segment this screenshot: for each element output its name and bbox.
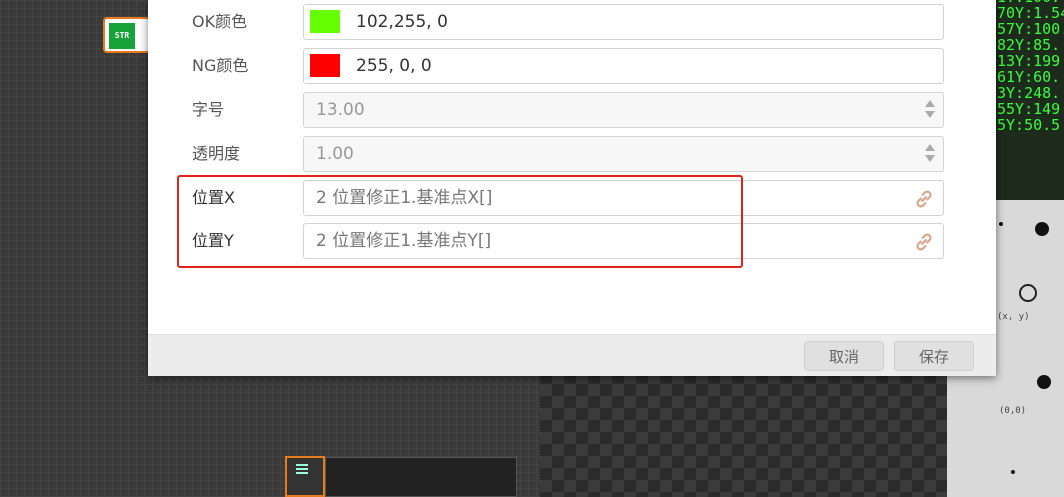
spinner-icon[interactable] <box>925 100 935 120</box>
font-size-value: 13.00 <box>316 100 365 120</box>
position-y-input[interactable]: 2 位置修正1.基准点Y[] <box>303 223 944 259</box>
ng-color-swatch[interactable] <box>310 54 340 77</box>
ng-color-label: NG颜色 <box>192 56 249 75</box>
position-y-row: 位置Y 2 位置修正1.基准点Y[] <box>148 221 996 261</box>
coord-label: (0,0) <box>999 406 1027 416</box>
coord-label: (x, y) <box>997 312 1030 322</box>
ng-color-row: NG颜色 255, 0, 0 <box>148 46 996 86</box>
marker-dot <box>1035 222 1049 236</box>
position-x-label: 位置X <box>192 188 235 207</box>
properties-dialog: OK颜色 102,255, 0 NG颜色 255, 0, 0 字号 13.00 … <box>148 0 996 376</box>
position-x-value: 2 位置修正1.基准点X[] <box>316 188 493 208</box>
opacity-value: 1.00 <box>316 144 354 164</box>
ok-color-field[interactable]: 102,255, 0 <box>303 4 944 40</box>
opacity-row: 透明度 1.00 <box>148 134 996 174</box>
opacity-label: 透明度 <box>192 144 241 163</box>
ng-color-field[interactable]: 255, 0, 0 <box>303 48 944 84</box>
link-icon[interactable] <box>913 188 935 210</box>
marker-dot <box>1011 470 1015 474</box>
ng-color-value: 255, 0, 0 <box>356 56 432 76</box>
preview-canvas <box>540 372 947 497</box>
dialog-footer: 取消 保存 <box>148 334 996 376</box>
ok-color-swatch[interactable] <box>310 10 340 33</box>
flow-node-icon[interactable] <box>285 456 325 497</box>
position-y-label: 位置Y <box>192 231 234 250</box>
marker-dot <box>1037 375 1051 389</box>
flow-node-body[interactable] <box>325 457 517 497</box>
font-size-label: 字号 <box>192 100 225 119</box>
ok-color-value: 102,255, 0 <box>356 12 448 32</box>
ok-color-label: OK颜色 <box>192 12 248 31</box>
font-size-input[interactable]: 13.00 <box>303 92 944 128</box>
position-x-input[interactable]: 2 位置修正1.基准点X[] <box>303 180 944 216</box>
opacity-input[interactable]: 1.00 <box>303 136 944 172</box>
list-icon <box>296 464 308 476</box>
ok-color-row: OK颜色 102,255, 0 <box>148 2 996 42</box>
cancel-button[interactable]: 取消 <box>804 341 884 371</box>
spinner-icon[interactable] <box>925 144 935 164</box>
position-x-row: 位置X 2 位置修正1.基准点X[] <box>148 178 996 218</box>
flow-node-str[interactable]: STR <box>103 17 151 53</box>
link-icon[interactable] <box>913 231 935 253</box>
str-node-icon: STR <box>109 23 135 49</box>
save-button[interactable]: 保存 <box>894 341 974 371</box>
position-y-value: 2 位置修正1.基准点Y[] <box>316 231 492 251</box>
font-size-row: 字号 13.00 <box>148 90 996 130</box>
marker-dot <box>999 222 1003 226</box>
marker-ring <box>1019 284 1037 302</box>
